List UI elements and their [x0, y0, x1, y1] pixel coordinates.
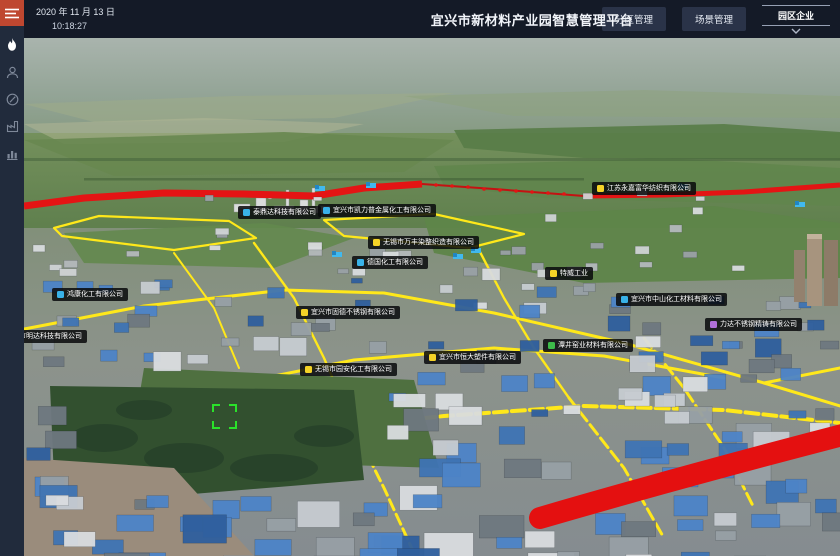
company-label[interactable]: 德国化工有限公司 — [352, 256, 428, 269]
datetime-block: 2020 年 11 月 13 日 10:18:27 — [24, 7, 115, 32]
worker-icon[interactable] — [0, 63, 24, 81]
company-marker-icon — [305, 366, 312, 373]
company-label-text: 无锡市园安化工有限公司 — [315, 366, 392, 373]
company-label[interactable]: 江苏永嘉富华纺织有限公司 — [592, 182, 696, 195]
company-label-text: 鸿康化工有限公司 — [67, 291, 123, 298]
park-enterprise-dropdown[interactable]: 园区企业 — [762, 5, 830, 34]
date-label: 2020 年 11 月 13 日 — [36, 7, 115, 18]
company-label[interactable]: 无锡市园安化工有限公司 — [300, 363, 397, 376]
company-marker-icon — [548, 342, 555, 349]
company-label-text: 宜兴市恒大塑件有限公司 — [439, 354, 516, 361]
company-label[interactable]: 宜兴市恒大塑件有限公司 — [424, 351, 521, 364]
bar-chart-icon[interactable] — [0, 144, 24, 162]
company-label[interactable]: 泰鼎达科技有限公司 — [238, 206, 321, 219]
company-marker-icon — [301, 309, 308, 316]
company-label-text: 潭井窑业材料有限公司 — [558, 342, 628, 349]
company-labels-layer: 泰鼎达科技有限公司 宜兴市凯力普金属化工有限公司 江苏永嘉富华纺织有限公司无锡市万丰… — [24, 38, 840, 556]
time-label: 10:18:27 — [36, 21, 115, 32]
app-window: 2020 年 11 月 13 日 10:18:27 宜兴市新材料产业园智慧管理平… — [0, 0, 840, 556]
company-label[interactable]: 鸿康化工有限公司 — [52, 288, 128, 301]
company-label-text: 宜兴市中山化工材料有限公司 — [631, 296, 722, 303]
company-marker-icon — [597, 185, 604, 192]
company-label-text: 宜兴市明达科技有限公司 — [24, 333, 82, 340]
company-label-text: 泰鼎达科技有限公司 — [253, 209, 316, 216]
company-marker-icon — [429, 354, 436, 361]
chevron-down-icon — [791, 28, 801, 34]
sidebar — [0, 0, 24, 556]
company-label-text: 力达不锈钢精铸有限公司 — [720, 321, 797, 328]
company-marker-icon — [243, 209, 250, 216]
company-label-text: 特威工业 — [560, 270, 588, 277]
company-marker-icon — [357, 259, 364, 266]
company-label[interactable]: 宜兴市明达科技有限公司 — [24, 330, 87, 343]
company-marker-icon — [550, 270, 557, 277]
company-marker-icon — [710, 321, 717, 328]
company-marker-icon — [621, 296, 628, 303]
gauge-icon[interactable] — [0, 90, 24, 108]
flame-icon[interactable] — [0, 36, 24, 54]
park-enterprise-label: 园区企业 — [762, 5, 830, 26]
company-label[interactable]: 力达不锈钢精铸有限公司 — [705, 318, 802, 331]
company-marker-icon — [373, 239, 380, 246]
menu-icon[interactable] — [0, 0, 24, 26]
company-label-text: 德国化工有限公司 — [367, 259, 423, 266]
company-marker-icon — [323, 207, 330, 214]
company-marker-icon — [57, 291, 64, 298]
factory-icon[interactable] — [0, 117, 24, 135]
company-label-text: 宜兴市固德不锈钢有限公司 — [311, 309, 395, 316]
scene-management-button[interactable]: 场景管理 — [682, 7, 746, 31]
company-label-text: 宜兴市凯力普金属化工有限公司 — [333, 207, 431, 214]
company-label[interactable]: 宜兴市固德不锈钢有限公司 — [296, 306, 400, 319]
company-label[interactable]: 宜兴市中山化工材料有限公司 — [616, 293, 727, 306]
company-label-text: 无锡市万丰染整织造有限公司 — [383, 239, 474, 246]
company-label[interactable]: 宜兴市凯力普金属化工有限公司 — [318, 204, 436, 217]
company-label-text: 江苏永嘉富华纺织有限公司 — [607, 185, 691, 192]
company-label[interactable]: 无锡市万丰染整织造有限公司 — [368, 236, 479, 249]
top-header: 2020 年 11 月 13 日 10:18:27 宜兴市新材料产业园智慧管理平… — [24, 0, 840, 38]
company-label[interactable]: 特威工业 — [545, 267, 593, 280]
page-title: 宜兴市新材料产业园智慧管理平台 — [422, 10, 642, 29]
company-label[interactable]: 潭井窑业材料有限公司 — [543, 339, 633, 352]
map-3d-view[interactable]: 泰鼎达科技有限公司 宜兴市凯力普金属化工有限公司 江苏永嘉富华纺织有限公司无锡市万丰… — [24, 38, 840, 556]
